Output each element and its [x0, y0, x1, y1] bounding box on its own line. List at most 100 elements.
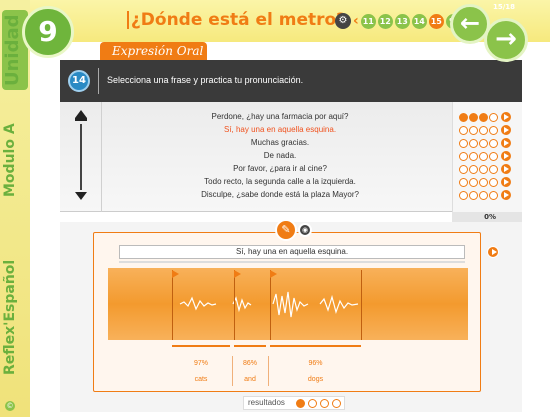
segment-boundary [361, 270, 362, 340]
unit-number-badge: 9 [22, 6, 74, 58]
scroll-down-arrow-icon[interactable] [75, 192, 87, 200]
result-dot[interactable] [296, 399, 305, 408]
phrase-play-icon[interactable] [501, 164, 511, 174]
pager-prev-arrow[interactable]: ‹ [353, 13, 359, 29]
score-dot [489, 125, 498, 135]
score-dot [489, 164, 498, 174]
page-counter: 15/18 [493, 3, 516, 11]
scroll-track[interactable] [80, 124, 82, 190]
score-dot [489, 138, 498, 148]
phrase-list-panel: Perdone, ¿hay una farmacia por aquí? Sí, … [60, 102, 522, 212]
phrase-score-dots [459, 177, 511, 187]
segment-play-marker[interactable] [270, 270, 278, 278]
score-dot [489, 151, 498, 161]
phrase-item[interactable]: Perdone, ¿hay una farmacia por aquí? [102, 111, 458, 123]
instruction-divider [98, 68, 99, 94]
phrase-item[interactable]: Por favor, ¿para ir al cine? [102, 163, 458, 175]
score-dot [469, 151, 478, 161]
segment-word: cats [194, 376, 208, 383]
phrase-play-icon[interactable] [501, 138, 511, 148]
segment-boundary [270, 270, 271, 340]
page-title: ¿Dónde está el metro? [130, 10, 347, 30]
score-dot [459, 177, 468, 187]
score-dot [479, 138, 488, 148]
segment-play-marker[interactable] [172, 270, 180, 278]
page-navigator: ⚙ ‹ 11 12 13 14 15 % › [335, 13, 469, 29]
scroll-control [60, 102, 102, 212]
left-sidebar: Unidad Modulo A Reflex'Español © [0, 0, 30, 417]
results-box: resultados [243, 396, 345, 410]
phrase-score-dots [459, 125, 511, 135]
segment-boundary [234, 270, 235, 340]
sidebar-modulo-label: Modulo A [2, 123, 18, 197]
segment-range-slider[interactable] [234, 345, 266, 347]
phrase-item[interactable]: Sí, hay una en aquella esquina. [102, 124, 458, 136]
score-column-divider [268, 356, 269, 386]
section-tab: Expresión Oral [100, 42, 207, 60]
score-dot [459, 164, 468, 174]
segment-boundary [172, 270, 173, 340]
next-arrow-icon[interactable]: → [484, 18, 528, 62]
phrase-score-dots [459, 138, 511, 148]
page-dot[interactable]: 14 [411, 13, 427, 29]
segment-range-slider[interactable] [270, 345, 361, 347]
app-window: Unidad Modulo A Reflex'Español © ¿Dónde … [0, 0, 550, 417]
score-dot [459, 125, 468, 135]
phrase-score-dots [459, 164, 511, 174]
record-button[interactable]: ✎ [275, 219, 297, 241]
page-dot[interactable]: 13 [394, 13, 410, 29]
page-dot[interactable]: 12 [377, 13, 393, 29]
segment-score: 86% [242, 360, 257, 367]
page-dot-active[interactable]: 15 [428, 13, 444, 29]
waveform-graphic [179, 291, 359, 318]
scroll-top-bar [75, 118, 87, 121]
phrase-item[interactable]: Muchas gracias. [102, 137, 458, 149]
page-dot[interactable]: 11 [360, 13, 376, 29]
score-dot [469, 125, 478, 135]
instruction-text: Selecciona una frase y practica tu pronu… [107, 75, 304, 85]
scroll-up-arrow-icon[interactable] [75, 110, 87, 118]
phrase-play-icon[interactable] [501, 177, 511, 187]
score-dot [459, 190, 468, 200]
score-dot [489, 190, 498, 200]
score-dot [459, 112, 468, 122]
score-dot [459, 138, 468, 148]
segment-word: dogs [307, 376, 324, 383]
phrase-item[interactable]: Disculpe, ¿sabe donde está la plaza Mayo… [102, 189, 458, 201]
segment-play-marker[interactable] [234, 270, 242, 278]
sentence-progress-track [119, 261, 465, 263]
phrase-item[interactable]: Todo recto, la segunda calle a la izquie… [102, 176, 458, 188]
result-dot[interactable] [332, 399, 341, 408]
score-dot [489, 112, 498, 122]
phrase-play-icon[interactable] [501, 190, 511, 200]
overall-percent: 0% [452, 212, 522, 222]
sidebar-product-logo: Reflex'Español [2, 259, 18, 376]
listen-button[interactable]: ◉ [298, 223, 312, 237]
phrase-play-icon[interactable] [501, 112, 511, 122]
score-dot [479, 177, 488, 187]
phrase-item[interactable]: De nada. [102, 150, 458, 162]
phrase-play-icon[interactable] [501, 151, 511, 161]
result-dot[interactable] [308, 399, 317, 408]
score-dot [479, 164, 488, 174]
score-dot [489, 177, 498, 187]
segment-score: 97% [193, 360, 208, 367]
phrase-score-dots [459, 112, 511, 122]
result-dot[interactable] [320, 399, 329, 408]
segment-word: and [244, 376, 256, 383]
score-dot [469, 112, 478, 122]
play-model-button[interactable] [487, 246, 499, 258]
score-dot [469, 177, 478, 187]
score-dot [469, 190, 478, 200]
settings-icon[interactable]: ⚙ [335, 13, 351, 29]
exercise-number-badge: 14 [68, 70, 90, 92]
score-dot [459, 151, 468, 161]
copyright-icon: © [5, 401, 15, 411]
waveform-display [108, 268, 468, 340]
phrase-score-dots [459, 151, 511, 161]
phrase-play-icon[interactable] [501, 125, 511, 135]
results-label: resultados [248, 398, 285, 407]
score-column-divider [232, 356, 233, 386]
phrase-score-dots [459, 190, 511, 200]
segment-range-slider[interactable] [172, 345, 230, 347]
